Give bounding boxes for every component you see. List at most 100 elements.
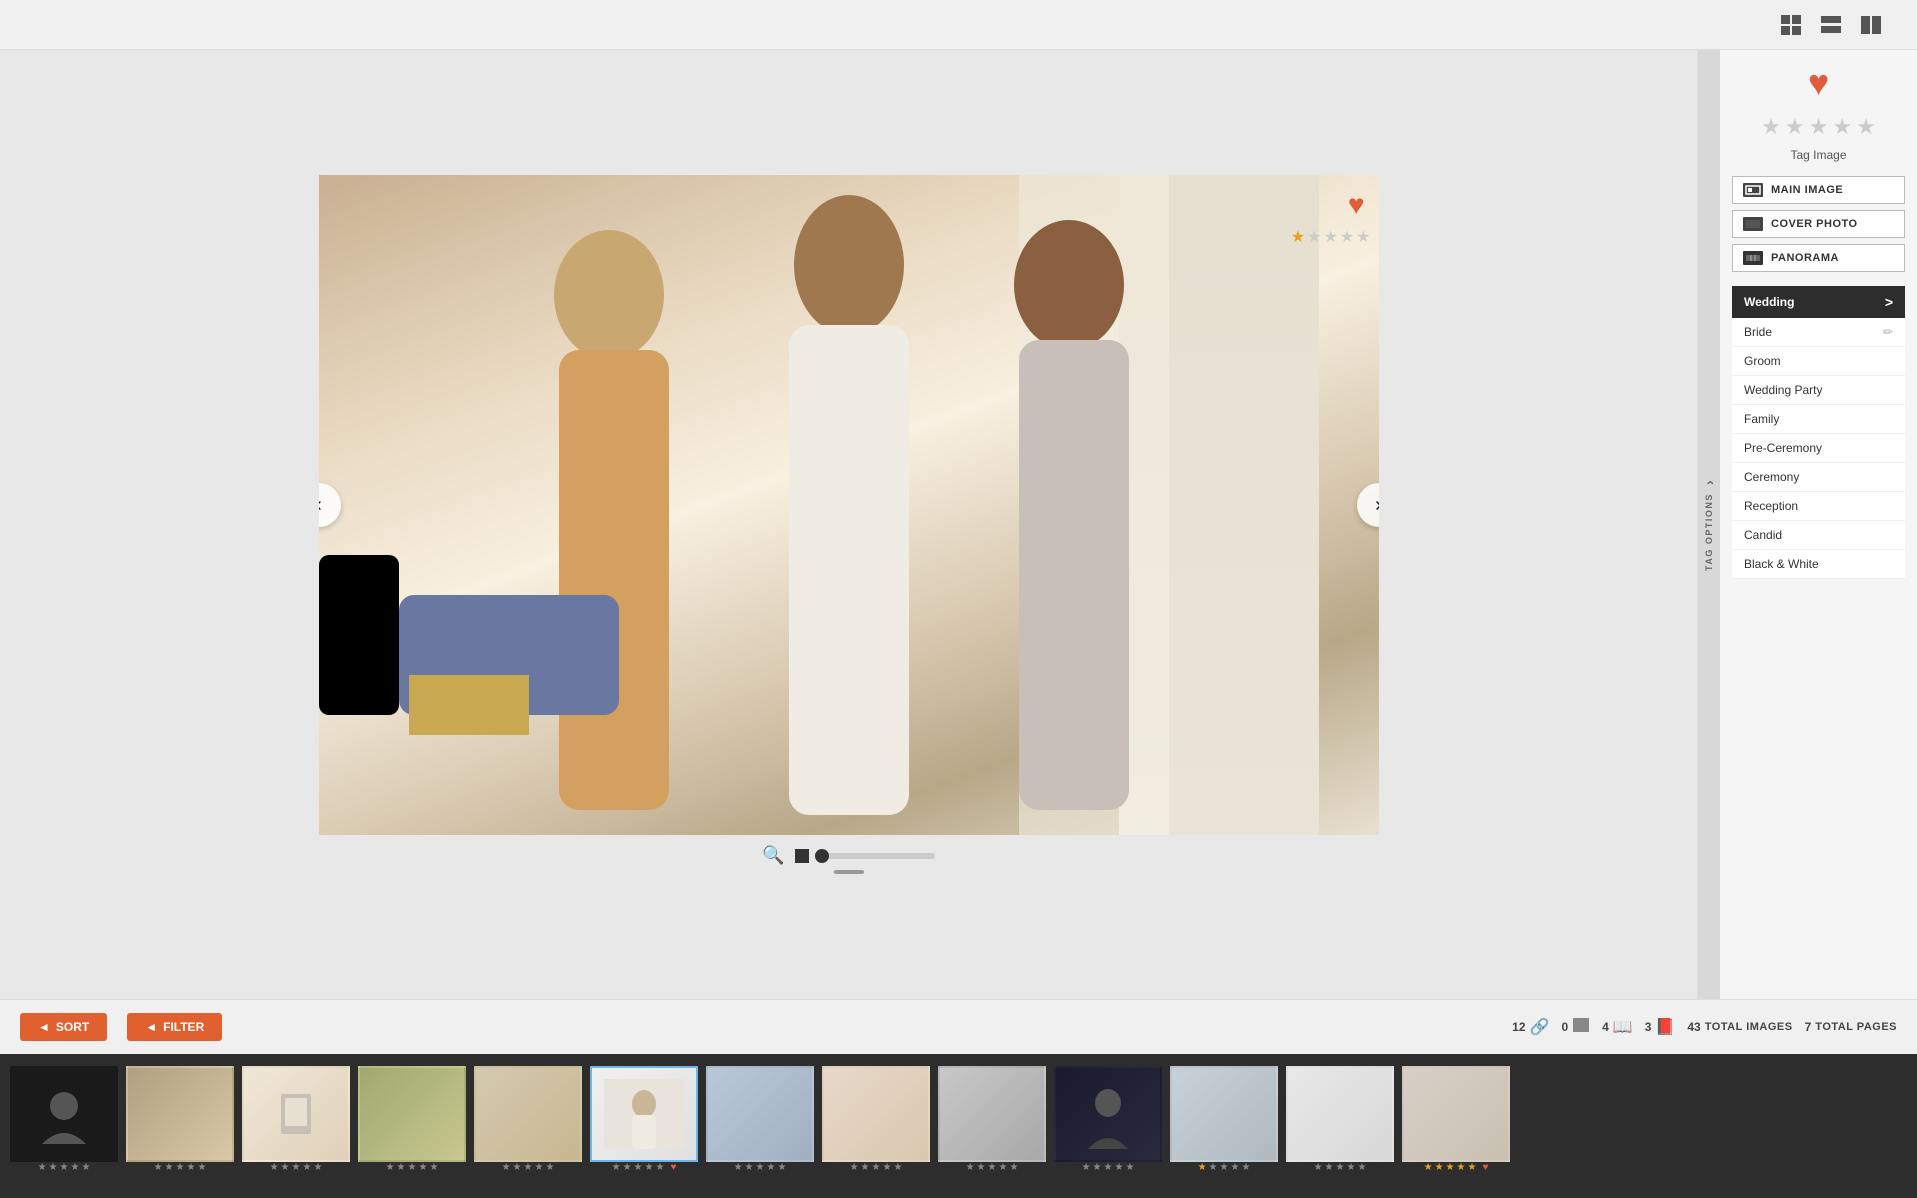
box-icon (1572, 1017, 1590, 1038)
thumb-rating-2[interactable]: ★ ★ ★ ★ ★ (154, 1162, 207, 1173)
thumb-img-2[interactable] (126, 1066, 234, 1162)
thumb-img-13[interactable] (1402, 1066, 1510, 1162)
filter-button[interactable]: ◄ FILTER (127, 1013, 222, 1041)
thumb-img-8[interactable] (822, 1066, 930, 1162)
thumb-heart-13: ♥ (1482, 1162, 1488, 1173)
star-4[interactable]: ★ (1340, 227, 1354, 247)
thumb-img-1[interactable] (10, 1066, 118, 1162)
category-bride[interactable]: Bride ✏ (1732, 318, 1905, 347)
tag-options-tab[interactable]: TAG OPTIONS › (1698, 50, 1720, 999)
stat-total-images: 43 TOTAL IMAGES (1687, 1020, 1792, 1034)
thumb-img-5[interactable] (474, 1066, 582, 1162)
thumb-rating-11[interactable]: ★ ★ ★ ★ ★ (1198, 1162, 1251, 1173)
thumb-rating-1[interactable]: ★ ★ ★ ★ ★ (38, 1162, 91, 1173)
main-content: ♥ ★ ★ ★ ★ ★ ‹ › 🔍 (0, 50, 1917, 999)
cover-photo-button[interactable]: COVER PHOTO (1732, 210, 1905, 238)
thumb-rating-8[interactable]: ★ ★ ★ ★ ★ (850, 1162, 903, 1173)
tag-star-4[interactable]: ★ (1832, 114, 1852, 140)
edit-icon[interactable]: ✏ (1883, 325, 1893, 339)
thumbnail-strip: ★ ★ ★ ★ ★ ★ ★ ★ ★ ★ ★ ★ ★ ★ ★ (0, 1054, 1917, 1198)
thumb-img-3[interactable] (242, 1066, 350, 1162)
stat-total-pages: 7 TOTAL PAGES (1805, 1020, 1897, 1034)
zoom-icon[interactable]: 🔍 (762, 845, 784, 866)
thumbnail-4[interactable]: ★ ★ ★ ★ ★ (358, 1066, 466, 1186)
thumbnail-5[interactable]: ★ ★ ★ ★ ★ (474, 1066, 582, 1186)
grid-view-icon[interactable] (1775, 9, 1807, 41)
collapse-arrow[interactable]: › (1701, 479, 1717, 485)
book-closed-icon: 📕 (1655, 1017, 1675, 1037)
thumb-rating-5[interactable]: ★ ★ ★ ★ ★ (502, 1162, 555, 1173)
list-view-icon[interactable] (1815, 9, 1847, 41)
sort-arrow-icon: ◄ (38, 1020, 50, 1034)
scrubber[interactable] (795, 849, 935, 863)
category-reception[interactable]: Reception (1732, 492, 1905, 521)
thumb-img-10[interactable] (1054, 1066, 1162, 1162)
sort-button[interactable]: ◄ SORT (20, 1013, 107, 1041)
stat-linked: 12 🔗 (1512, 1017, 1549, 1037)
category-ceremony[interactable]: Ceremony (1732, 463, 1905, 492)
image-controls: 🔍 (762, 845, 934, 866)
image-viewer: ♥ ★ ★ ★ ★ ★ ‹ › 🔍 (0, 50, 1697, 999)
tag-star-5[interactable]: ★ (1856, 114, 1876, 140)
thumb-rating-9[interactable]: ★ ★ ★ ★ ★ (966, 1162, 1019, 1173)
star-3[interactable]: ★ (1323, 227, 1337, 247)
category-pre-ceremony[interactable]: Pre-Ceremony (1732, 434, 1905, 463)
thumb-rating-6[interactable]: ★ ★ ★ ★ ★ ♥ (612, 1162, 677, 1173)
star-1[interactable]: ★ (1291, 227, 1305, 247)
wedding-expand-arrow[interactable]: > (1885, 294, 1893, 310)
thumbnail-9[interactable]: ★ ★ ★ ★ ★ (938, 1066, 1046, 1186)
progress-bar[interactable] (815, 853, 935, 859)
thumb-rating-3[interactable]: ★ ★ ★ ★ ★ (270, 1162, 323, 1173)
thumb-img-11[interactable] (1170, 1066, 1278, 1162)
tag-rating-stars[interactable]: ★ ★ ★ ★ ★ (1732, 114, 1905, 140)
thumbnail-7[interactable]: ★ ★ ★ ★ ★ (706, 1066, 814, 1186)
tag-star-2[interactable]: ★ (1785, 114, 1805, 140)
tag-heart-display: ♥ (1732, 62, 1905, 104)
star-2[interactable]: ★ (1307, 227, 1321, 247)
resize-handle[interactable] (834, 870, 864, 874)
category-family[interactable]: Family (1732, 405, 1905, 434)
category-groom[interactable]: Groom (1732, 347, 1905, 376)
thumbnail-1[interactable]: ★ ★ ★ ★ ★ (10, 1066, 118, 1186)
tag-options-content: ♥ ★ ★ ★ ★ ★ Tag Image (1720, 50, 1917, 999)
stat-book-open: 4 📖 (1602, 1017, 1633, 1037)
star-5[interactable]: ★ (1356, 227, 1370, 247)
thumb-img-4[interactable] (358, 1066, 466, 1162)
thumbnail-3[interactable]: ★ ★ ★ ★ ★ (242, 1066, 350, 1186)
category-candid[interactable]: Candid (1732, 521, 1905, 550)
thumbnail-8[interactable]: ★ ★ ★ ★ ★ (822, 1066, 930, 1186)
tag-panel: TAG OPTIONS › ♥ ★ ★ ★ ★ ★ Tag Image (1697, 50, 1917, 999)
filter-arrow-icon: ◄ (145, 1020, 157, 1034)
tag-heart-icon[interactable]: ♥ (1808, 62, 1829, 104)
thumbnail-10[interactable]: ★ ★ ★ ★ ★ (1054, 1066, 1162, 1186)
thumb-img-7[interactable] (706, 1066, 814, 1162)
thumb-rating-12[interactable]: ★ ★ ★ ★ ★ (1314, 1162, 1367, 1173)
thumbnail-2[interactable]: ★ ★ ★ ★ ★ (126, 1066, 234, 1186)
thumbnail-12[interactable]: ★ ★ ★ ★ ★ (1286, 1066, 1394, 1186)
tag-star-1[interactable]: ★ (1761, 114, 1781, 140)
category-black-white[interactable]: Black & White (1732, 550, 1905, 579)
tag-star-3[interactable]: ★ (1809, 114, 1829, 140)
thumbnail-13[interactable]: ★ ★ ★ ★ ★ ♥ (1402, 1066, 1510, 1186)
main-image-button[interactable]: MAIN IMAGE (1732, 176, 1905, 204)
wedding-category-header[interactable]: Wedding > (1732, 286, 1905, 318)
category-wedding-party[interactable]: Wedding Party (1732, 376, 1905, 405)
thumb-rating-4[interactable]: ★ ★ ★ ★ ★ (386, 1162, 439, 1173)
thumb-rating-13[interactable]: ★ ★ ★ ★ ★ ♥ (1424, 1162, 1489, 1173)
link-icon: 🔗 (1530, 1017, 1550, 1037)
thumb-heart-6: ♥ (670, 1162, 676, 1173)
category-list: Bride ✏ Groom Wedding Party Family (1732, 318, 1905, 579)
split-view-icon[interactable] (1855, 9, 1887, 41)
rating-overlay[interactable]: ★ ★ ★ ★ ★ (1291, 227, 1371, 247)
heart-favorite-icon[interactable]: ♥ (1348, 189, 1365, 221)
panorama-button[interactable]: PANORAMA (1732, 244, 1905, 272)
thumb-img-12[interactable] (1286, 1066, 1394, 1162)
thumbnail-6[interactable]: ★ ★ ★ ★ ★ ♥ (590, 1066, 698, 1186)
thumb-rating-7[interactable]: ★ ★ ★ ★ ★ (734, 1162, 787, 1173)
progress-thumb[interactable] (815, 849, 829, 863)
main-photo (319, 175, 1379, 835)
thumbnail-11[interactable]: ★ ★ ★ ★ ★ (1170, 1066, 1278, 1186)
thumb-img-6[interactable] (590, 1066, 698, 1162)
thumb-img-9[interactable] (938, 1066, 1046, 1162)
thumb-rating-10[interactable]: ★ ★ ★ ★ ★ (1082, 1162, 1135, 1173)
